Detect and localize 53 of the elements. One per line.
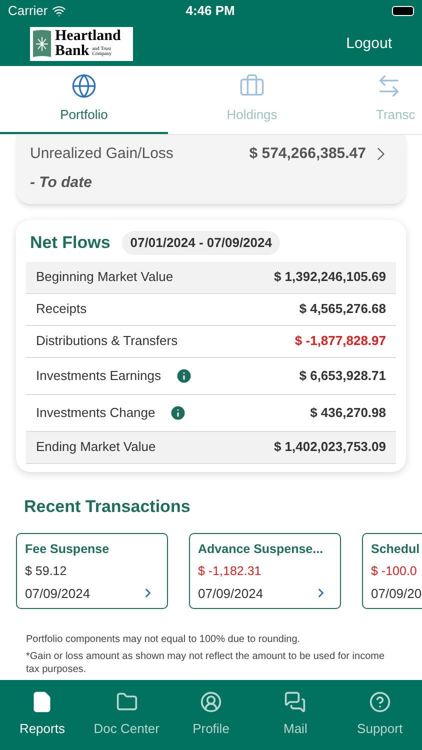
logout-button[interactable]: Logout: [346, 32, 392, 56]
flow-value: $ 436,270.98: [310, 404, 386, 422]
flow-label: Investments Earnings: [36, 366, 162, 385]
battery-icon: [392, 6, 414, 16]
info-icon[interactable]: [169, 404, 188, 422]
footnote: Portfolio components may not equal to 100% due to rounding.: [26, 633, 302, 646]
file-icon: [31, 691, 54, 714]
flow-label: Distributions & Transfers: [36, 332, 178, 350]
transaction-name: Advance Suspense...: [198, 541, 324, 558]
flow-value: $ -1,877,828.97: [294, 332, 386, 350]
transaction-name: Fee Suspense: [25, 541, 110, 558]
transaction-card[interactable]: Schedul $ -100.0 07/09/20: [362, 533, 422, 609]
flow-value: $ 4,565,276.68: [299, 300, 386, 318]
gain-loss-period: - To date: [30, 172, 93, 192]
gain-loss-value: $ 574,266,385.47: [249, 144, 366, 164]
recent-transactions-title: Recent Transactions: [24, 496, 192, 518]
nav-item[interactable]: Mail: [253, 680, 338, 750]
wifi-icon: [52, 4, 66, 18]
transaction-amount: $ -100.0: [371, 562, 418, 580]
flow-value: $ 6,653,928.71: [299, 366, 386, 385]
transaction-card[interactable]: Advance Suspense... $ -1,182.31 07/09/2024: [189, 533, 341, 609]
carrier-label: Carrier: [8, 2, 48, 20]
nav-item[interactable]: Support: [338, 680, 422, 750]
flow-value: $ 1,392,246,105.69: [274, 268, 386, 286]
globe-icon: [71, 73, 97, 100]
logo-text: Bank: [55, 44, 90, 59]
flow-value: $ 1,402,023,753.09: [274, 438, 386, 456]
folder-icon: [116, 691, 138, 714]
chat-icon: [284, 691, 306, 714]
flow-label: Receipts: [36, 300, 87, 318]
info-icon[interactable]: [175, 366, 194, 384]
transaction-card[interactable]: Fee Suspense $ 59.12 07/09/2024: [16, 533, 168, 609]
logo-text: Heartland: [55, 29, 121, 44]
date-range-chip: 07/01/2024 - 07/09/2024: [122, 231, 280, 254]
footnote: *Gain or loss amount as shown may not reflect the amount to be used for income tax purposes.: [26, 650, 386, 676]
flow-label: Investments Change: [36, 404, 156, 422]
gain-loss-label: Unrealized Gain/Loss: [30, 144, 174, 164]
transaction-amount: $ -1,182.31: [198, 562, 262, 580]
help-icon: [368, 691, 391, 714]
nav-item[interactable]: Profile: [168, 680, 254, 750]
transaction-name: Schedul: [371, 541, 421, 558]
nav-item[interactable]: Reports: [0, 680, 84, 750]
flow-label: Ending Market Value: [36, 438, 156, 456]
user-icon: [200, 691, 222, 714]
transaction-amount: $ 59.12: [25, 562, 68, 580]
gain-loss-card[interactable]: Unrealized Gain/Loss - To date $ 574,266,385.47: [16, 135, 406, 204]
clock: 4:46 PM: [186, 2, 235, 20]
transaction-date: 07/09/2024: [198, 584, 264, 602]
transaction-date: 07/09/20: [371, 584, 422, 602]
nav-item[interactable]: Doc Center: [84, 680, 169, 750]
flow-label: Beginning Market Value: [36, 268, 174, 286]
net-flows-title: Net Flows: [30, 232, 110, 254]
transaction-date: 07/09/2024: [25, 584, 90, 602]
